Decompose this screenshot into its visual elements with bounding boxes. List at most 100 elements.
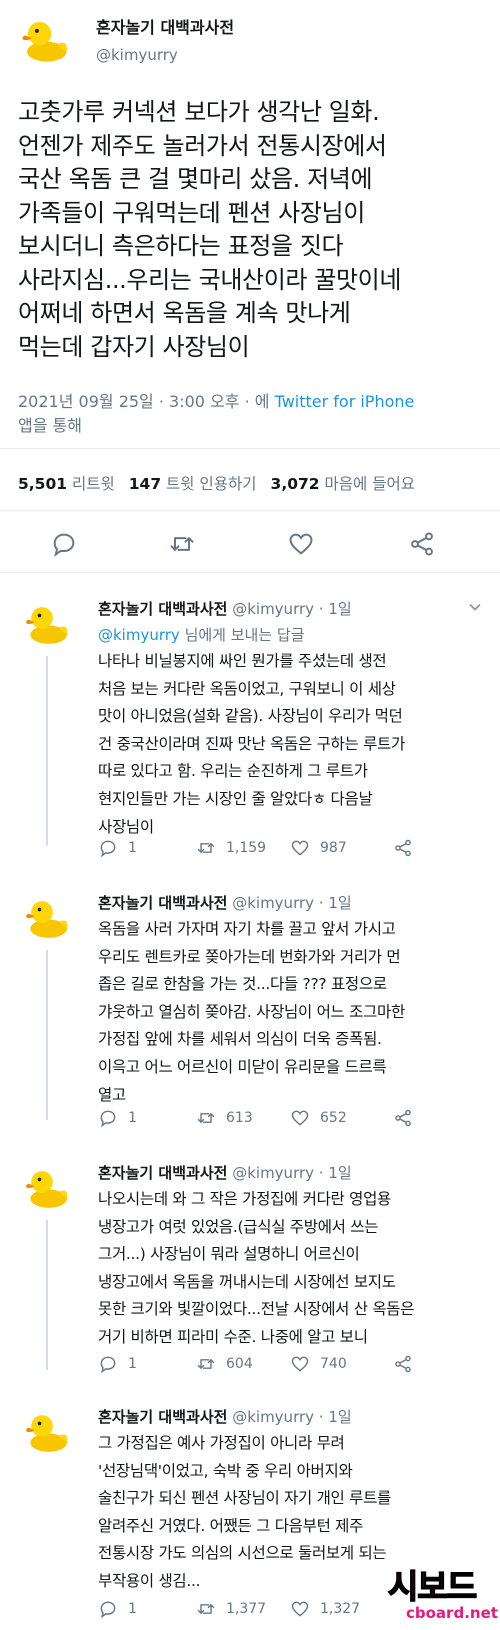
reply-text-line: 나오시는데 와 그 작은 가정집에 커다란 영업용 (98, 1190, 392, 1208)
like-count: 1,327 (320, 1601, 361, 1617)
site-watermark: 시보드 cboard.net (387, 1560, 498, 1626)
quotes-label[interactable]: 트윗 인용하기 (166, 475, 257, 493)
reply-text-line: 알려주신 거였다. 어쨌든 그 다음부턴 제주 (98, 1516, 364, 1535)
replying-to-label: 님에게 보내는 답글 (184, 626, 305, 644)
reply-actions: 1 604 740 (98, 1353, 438, 1377)
retweet-icon[interactable] (196, 1108, 216, 1128)
share-icon[interactable] (393, 838, 413, 858)
author-name[interactable]: 혼자놀기 대백과사전 (98, 894, 227, 912)
tweet-text-line: 국산 옥돔 큰 걸 몇마리 샀음. 저녁에 (18, 165, 373, 193)
retweet-count: 604 (226, 1356, 253, 1372)
heart-icon[interactable] (287, 530, 315, 558)
likes-count[interactable]: 3,072 (271, 475, 320, 493)
heart-icon[interactable] (290, 1108, 310, 1128)
reply-icon[interactable] (98, 838, 118, 858)
likes-label[interactable]: 마음에 들어요 (325, 475, 416, 493)
reply-text-line: 그거...) 사장님이 뭐라 설명하니 어르신이 (98, 1245, 360, 1264)
retweets-count[interactable]: 5,501 (18, 475, 67, 493)
reply-text-line: 이윽고 어느 어르신이 미닫이 유리문을 드르륵 (98, 1057, 387, 1076)
reply-tweet[interactable]: 혼자놀기 대백과사전 @kimyurry · 1일 옥돔을 사러 가자며 자기 … (0, 888, 500, 1128)
reply-time[interactable]: 1일 (328, 600, 351, 618)
retweet-count: 1,377 (226, 1601, 267, 1617)
reply-action[interactable]: 1 (98, 1353, 137, 1375)
retweet-action[interactable]: 613 (196, 1107, 253, 1129)
author-handle[interactable]: @kimyurry (232, 894, 314, 912)
reply-time[interactable]: 1일 (328, 894, 351, 912)
divider (0, 572, 500, 573)
author-name[interactable]: 혼자놀기 대백과사전 (98, 1408, 227, 1426)
reply-header: 혼자놀기 대백과사전 @kimyurry · 1일 (98, 600, 352, 618)
author-handle[interactable]: @kimyurry (232, 1408, 314, 1426)
like-action[interactable]: 987 (290, 837, 347, 859)
author-name[interactable]: 혼자놀기 대백과사전 (98, 1164, 227, 1182)
reply-text: 옥돔을 사러 가자며 자기 차를 끌고 앞서 가시고 우리도 렌트카로 쫒아가는… (98, 916, 483, 1109)
heart-icon[interactable] (290, 1599, 310, 1619)
author-name[interactable]: 혼자놀기 대백과사전 (98, 600, 227, 618)
reply-text-line: 갸웃하고 열심히 쫒아감. 사장님이 어느 조그마한 (98, 1002, 405, 1021)
retweet-action[interactable]: 1,159 (196, 837, 266, 859)
reply-header: 혼자놀기 대백과사전 @kimyurry · 1일 (98, 1164, 352, 1182)
like-action[interactable]: 1,327 (290, 1598, 360, 1620)
duck-avatar-icon[interactable] (22, 1162, 72, 1212)
reply-text-line: 냉장고에서 옥돔을 꺼내시는데 시장에선 보지도 (98, 1272, 396, 1291)
reply-text-line: 열고 (98, 1085, 126, 1104)
reply-icon[interactable] (98, 1599, 118, 1619)
reply-action[interactable]: 1 (98, 1598, 137, 1620)
share-icon[interactable] (393, 1354, 413, 1374)
author-handle[interactable]: @kimyurry (232, 1164, 314, 1182)
source-link[interactable]: Twitter for iPhone (275, 392, 415, 411)
reply-icon[interactable] (50, 530, 78, 558)
reply-text-line: 나타나 비닐봉지에 싸인 뭔가를 주셨는데 생전 (98, 652, 387, 670)
like-count: 740 (320, 1356, 347, 1372)
tweet-stats: 5,501 리트윗 147 트윗 인용하기 3,072 마음에 들어요 (18, 472, 415, 494)
retweet-action[interactable]: 1,377 (196, 1598, 266, 1620)
chevron-down-icon[interactable] (468, 600, 482, 614)
reply-tweet[interactable]: 혼자놀기 대백과사전 @kimyurry · 1일 나오시는데 와 그 작은 가… (0, 1158, 500, 1374)
reply-text-line: 따로 있다고 함. 우리는 순진하게 그 루트가 (98, 762, 368, 781)
reply-text-line: 거기 비하면 피라미 수준. 나중에 알고 보니 (98, 1327, 368, 1346)
timestamp[interactable]: 2021년 09월 25일 · 3:00 오후 · 에 (18, 392, 269, 411)
retweets-label[interactable]: 리트윗 (72, 475, 115, 493)
share-icon[interactable] (408, 530, 436, 558)
thread-line (46, 950, 48, 1120)
tweet-text: 고춧가루 커넥션 보다가 생각난 일화. 언젠가 제주도 놀러가서 전통시장에서… (18, 96, 488, 364)
reply-icon[interactable] (98, 1108, 118, 1128)
duck-avatar-icon[interactable] (22, 1406, 72, 1456)
retweet-icon[interactable] (168, 530, 196, 558)
reply-time[interactable]: 1일 (328, 1408, 351, 1426)
duck-avatar-icon[interactable] (22, 892, 72, 942)
share-action[interactable] (393, 837, 413, 859)
reply-text-line: 그 가정집은 예사 가정집이 아니라 무려 (98, 1434, 345, 1452)
duck-avatar-icon[interactable] (22, 598, 72, 648)
author-handle[interactable]: @kimyurry (232, 600, 314, 618)
reply-text-line: 좁은 길로 한참을 가는 것...다들 ??? 표정으로 (98, 975, 387, 994)
like-action[interactable]: 740 (290, 1353, 347, 1375)
tweet-text-line: 사라지심...우리는 국내산이라 꿀맛이네 (18, 265, 402, 294)
share-action[interactable] (393, 1107, 413, 1129)
retweet-action[interactable]: 604 (196, 1353, 253, 1375)
retweet-icon[interactable] (196, 1599, 216, 1619)
reply-tweet[interactable]: 혼자놀기 대백과사전 @kimyurry · 1일 @kimyurry 님에게 … (0, 594, 500, 858)
author-handle[interactable]: @kimyurry (96, 46, 178, 64)
retweet-icon[interactable] (196, 1354, 216, 1374)
reply-text-line: 현지인들만 가는 시장인 줄 알았다ㅎ 다음날 (98, 789, 373, 808)
like-action[interactable]: 652 (290, 1107, 347, 1129)
heart-icon[interactable] (290, 1354, 310, 1374)
source-via: 앱을 통해 (18, 416, 82, 435)
share-action[interactable] (393, 1353, 413, 1375)
reply-text-line: 못한 크기와 빛깔이었다...전날 시장에서 산 옥돔은 (98, 1300, 415, 1319)
reply-header: 혼자놀기 대백과사전 @kimyurry · 1일 (98, 894, 352, 912)
share-icon[interactable] (393, 1108, 413, 1128)
quotes-count[interactable]: 147 (129, 475, 161, 493)
reply-action[interactable]: 1 (98, 837, 137, 859)
reply-action[interactable]: 1 (98, 1107, 137, 1129)
mention-link[interactable]: @kimyurry (98, 626, 180, 644)
retweet-icon[interactable] (196, 838, 216, 858)
reply-icon[interactable] (98, 1354, 118, 1374)
reply-time[interactable]: 1일 (328, 1164, 351, 1182)
author-name[interactable]: 혼자놀기 대백과사전 (96, 14, 234, 38)
duck-avatar-icon[interactable] (18, 12, 72, 66)
heart-icon[interactable] (290, 838, 310, 858)
tweet-actions (0, 530, 500, 562)
reply-text-line: 맛이 아니었음(설화 같음). 사장님이 우리가 먹던 (98, 707, 403, 726)
